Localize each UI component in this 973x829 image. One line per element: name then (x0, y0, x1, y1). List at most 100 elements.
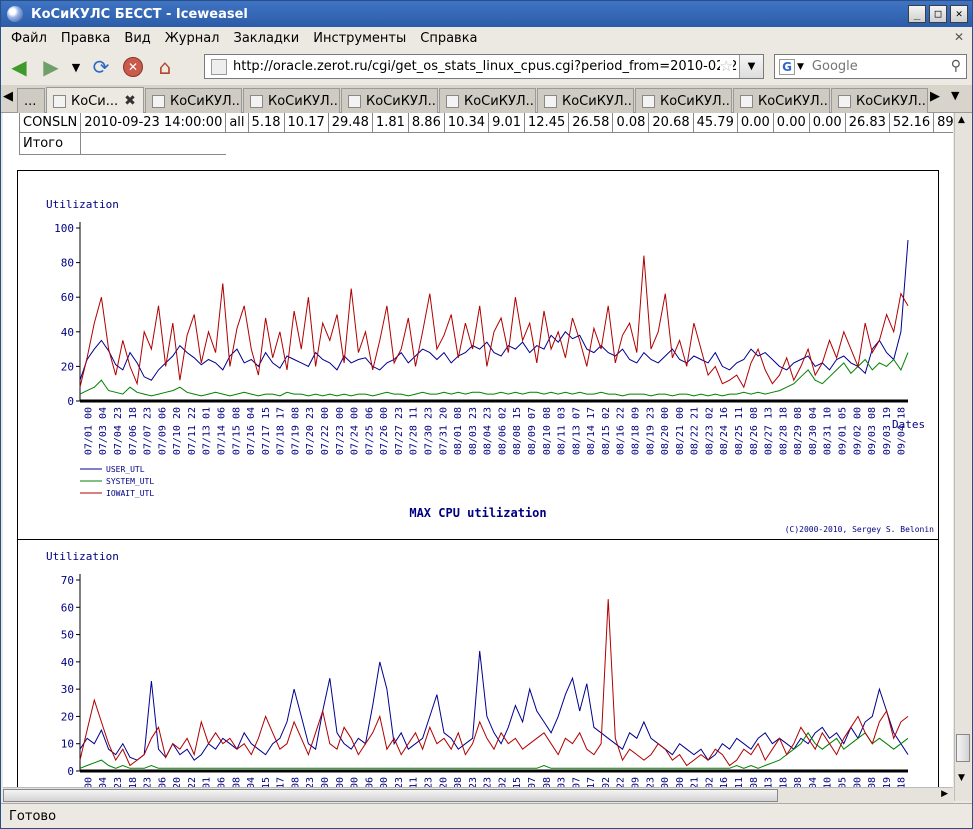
scroll-up-icon[interactable]: ▲ (958, 115, 965, 125)
x-tick-label: 08/08 15 (512, 407, 523, 455)
menu-edit[interactable]: Правка (54, 31, 117, 46)
back-arrow-icon[interactable]: ◀ (5, 53, 33, 81)
x-tick-label: 08/18 09 (630, 407, 641, 455)
table-cell: 9.01 (488, 113, 526, 133)
x-tick-label: 07/13 01 (202, 407, 213, 455)
y-tick-label: 70 (61, 574, 74, 587)
table-cell: CONSLN (18, 113, 82, 133)
table-cell: 8.86 (407, 113, 445, 133)
page-content: CONSLN 2010-09-23 14:00:00 all 5.18 10.17 29.… (3, 113, 953, 801)
tab-9[interactable]: КоСиКУЛ... (831, 88, 928, 113)
tab-2[interactable]: КоСиКУЛ... (145, 88, 242, 113)
table-cell: 29.48 (327, 113, 373, 133)
vertical-scroll-thumb[interactable] (956, 734, 970, 762)
tab-scroll-left-icon[interactable]: ◀ (3, 89, 13, 104)
x-tick-label: 07/24 00 (350, 407, 361, 455)
tab-favicon-icon (250, 94, 263, 108)
url-bar[interactable]: http://oracle.zerot.ru/cgi/get_os_stats_… (204, 54, 764, 79)
url-dropdown-icon[interactable]: ▼ (739, 55, 763, 78)
tab-close-icon[interactable]: ✖ (124, 93, 136, 109)
maximize-button[interactable]: □ (929, 5, 947, 23)
search-bar[interactable]: G ▼ ⚲ (774, 54, 967, 79)
tab-5[interactable]: КоСиКУЛ... (439, 88, 536, 113)
tab-favicon-icon (446, 94, 459, 108)
x-tick-label: 08/13 07 (571, 407, 582, 455)
minimize-button[interactable]: _ (908, 5, 926, 23)
chart2-svg: Utilization01020304050607007/01 0007/03 … (46, 550, 909, 801)
title-bar: КоСиКУЛС БЕССТ - Iceweasel _ □ ✕ (1, 1, 972, 27)
menu-help[interactable]: Справка (413, 31, 484, 46)
vertical-scrollbar[interactable]: ▲ ▼ (954, 113, 971, 801)
menu-view[interactable]: Вид (117, 31, 157, 46)
table-cell: 0.00 (736, 113, 774, 133)
horizontal-scrollbar[interactable]: ▶ (3, 787, 953, 803)
reload-icon[interactable]: ⟳ (87, 53, 115, 81)
x-tick-label: 07/25 06 (364, 407, 375, 455)
total-label: Итого (18, 132, 82, 155)
x-tick-label: 08/03 23 (468, 407, 479, 455)
tab-0[interactable]: ... (17, 88, 45, 113)
copyright-text: (C)2000-2010, Sergey S. Belonin (785, 525, 934, 534)
google-engine-icon[interactable]: G (779, 58, 795, 75)
menu-history[interactable]: Журнал (158, 31, 227, 46)
table-total-row: Итого (18, 132, 954, 155)
x-tick-label: 09/02 00 (852, 407, 863, 455)
scroll-down-icon[interactable]: ▼ (958, 773, 965, 783)
x-tick-label: 07/07 23 (143, 407, 154, 455)
x-tick-label: 08/20 00 (660, 407, 671, 455)
stats-table: CONSLN 2010-09-23 14:00:00 all 5.18 10.17 29.… (18, 113, 954, 155)
page-favicon-icon (211, 58, 227, 75)
tab-label: КоСиКУЛ... (660, 93, 732, 109)
x-tick-label: 08/16 22 (616, 407, 627, 455)
menubar-close-icon[interactable]: ✕ (954, 30, 964, 44)
y-tick-label: 0 (67, 765, 74, 778)
x-tick-label: 08/14 17 (586, 407, 597, 455)
bookmark-star-icon[interactable]: ☆ (719, 57, 733, 75)
tab-scroll-right-icon[interactable]: ▶ (930, 89, 940, 104)
search-input[interactable] (809, 58, 940, 75)
tab-active[interactable]: КоСи... ✖ (46, 87, 144, 114)
x-tick-label: 07/06 18 (128, 407, 139, 455)
table-cell: 10.34 (443, 113, 490, 133)
table-cell: 0.08 (612, 113, 650, 133)
search-icon[interactable]: ⚲ (951, 58, 961, 74)
series-line-system_utl (79, 352, 909, 397)
tab-7[interactable]: КоСиКУЛ... (635, 88, 732, 113)
x-tick-label: 08/27 13 (764, 407, 775, 455)
tab-label: КоСиКУЛ... (758, 93, 830, 109)
x-tick-label: 07/31 20 (438, 407, 449, 455)
history-dropdown-icon[interactable]: ▼ (69, 53, 83, 81)
series-line-user_utl (79, 650, 909, 761)
scroll-right-icon[interactable]: ▶ (941, 789, 948, 799)
y-tick-label: 50 (61, 629, 74, 642)
tab-8[interactable]: КоСиКУЛ... (733, 88, 830, 113)
stop-button[interactable]: ✕ (119, 53, 147, 81)
x-tick-label: 08/19 23 (645, 407, 656, 455)
menu-file[interactable]: Файл (1, 31, 54, 46)
tab-favicon-icon (740, 94, 753, 108)
menu-tools[interactable]: Инструменты (306, 31, 413, 46)
y-tick-label: 80 (61, 257, 74, 270)
y-tick-label: 20 (61, 710, 74, 723)
x-tick-label: 08/25 11 (734, 407, 745, 455)
table-cell: 1.81 (371, 113, 409, 133)
status-text: Готово (9, 808, 57, 824)
close-window-button[interactable]: ✕ (950, 5, 968, 23)
stop-icon: ✕ (123, 57, 143, 77)
tab-4[interactable]: КоСиКУЛ... (341, 88, 438, 113)
forward-arrow-icon[interactable]: ▶ (37, 53, 65, 81)
tab-list-dropdown-icon[interactable]: ▼ (951, 89, 959, 102)
tab-label: КоСиКУЛ... (562, 93, 634, 109)
tab-bar: ◀ ... КоСи... ✖ КоСиКУЛ... КоСиКУЛ... КоС… (1, 85, 972, 114)
url-text[interactable]: http://oracle.zerot.ru/cgi/get_os_stats_… (233, 59, 737, 74)
horizontal-scroll-thumb[interactable] (3, 789, 778, 802)
legend-label: USER_UTL (106, 465, 145, 474)
x-tick-label: 07/01 00 (83, 407, 94, 455)
x-tick-label: 08/10 08 (542, 407, 553, 455)
home-icon[interactable]: ⌂ (151, 53, 179, 81)
tab-6[interactable]: КоСиКУЛ... (537, 88, 634, 113)
tab-label: КоСиКУЛ... (464, 93, 536, 109)
tab-3[interactable]: КоСиКУЛ... (243, 88, 340, 113)
menu-bookmarks[interactable]: Закладки (227, 31, 307, 46)
engine-dropdown-icon[interactable]: ▼ (797, 62, 804, 72)
